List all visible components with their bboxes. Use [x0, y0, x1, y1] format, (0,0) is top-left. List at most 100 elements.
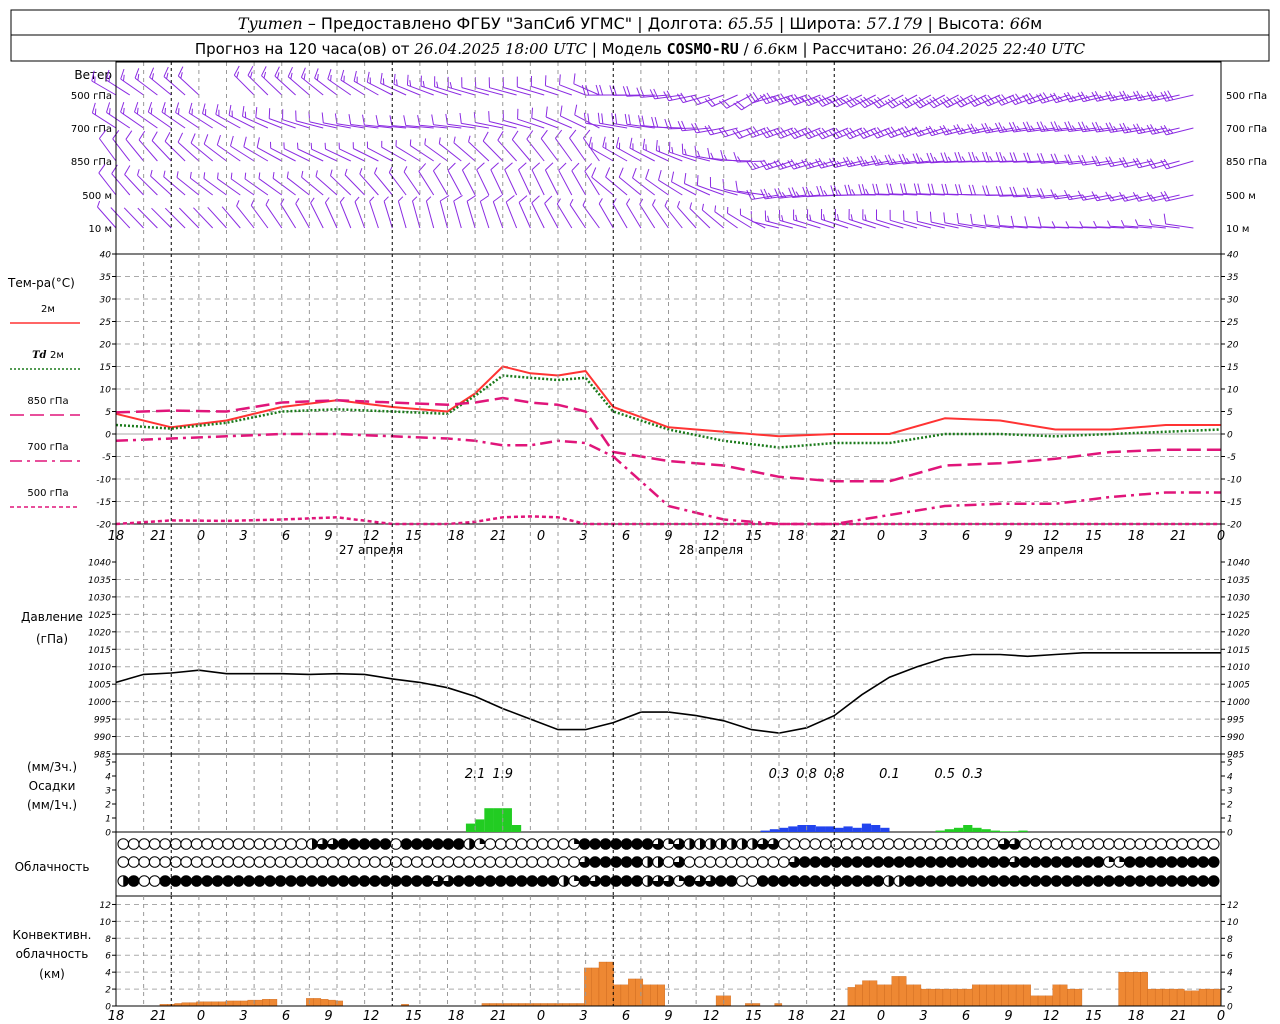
- cloud-symbol: [610, 856, 622, 868]
- cloud-symbol: [1186, 875, 1199, 887]
- convective-bar: [1162, 988, 1170, 1007]
- wind-barb: [526, 130, 545, 162]
- time-tick-label: 6: [962, 1009, 970, 1024]
- convective-bar: [1067, 988, 1075, 1007]
- cloud-symbol: [631, 856, 643, 868]
- cloud-symbol: [452, 856, 465, 868]
- convective-bar: [715, 995, 724, 1007]
- cloud-symbol: [830, 875, 843, 887]
- cloud-symbol: [799, 875, 811, 887]
- cloud-symbol: [641, 838, 654, 850]
- cloud-symbol: [914, 856, 926, 868]
- cloud-symbol: [987, 856, 1000, 868]
- cloud-fill: [574, 838, 580, 844]
- cloud-symbol: [903, 875, 916, 887]
- legend-prefix: Td: [32, 350, 50, 361]
- cloud-symbol: [169, 875, 182, 887]
- cloud-symbol: [599, 856, 612, 868]
- convective-unit: (км): [39, 967, 65, 981]
- cloud-symbol: [369, 856, 381, 868]
- cloud-symbol: [715, 856, 727, 868]
- tick-label: 15: [1227, 363, 1239, 373]
- convective-bar: [1118, 972, 1127, 1007]
- time-tick-label: 15: [745, 1009, 762, 1024]
- cloud-symbol: [243, 875, 255, 887]
- tick-label: 1025: [88, 611, 111, 621]
- header-line-forecast: Прогноз на 120 часа(ов) от 26.04.2025 18…: [195, 40, 1086, 58]
- legend-label: Td 2м: [32, 350, 64, 361]
- day-label: 29 апреля: [1019, 543, 1083, 557]
- time-tick-label: 3: [579, 529, 587, 544]
- cloud-symbol: [1197, 875, 1210, 887]
- tick-label: 12: [1227, 901, 1239, 911]
- header-part: м: [1030, 14, 1042, 33]
- cloud-symbol: [1082, 838, 1094, 850]
- wind-barb: [1077, 154, 1111, 166]
- cloud-symbol: [138, 838, 151, 850]
- wind-barb: [149, 67, 172, 96]
- precip-bar: [511, 825, 522, 832]
- cloud-symbol: [914, 875, 926, 887]
- convective-axis-right: 0 2 4 6 8 10 12: [1221, 901, 1239, 1013]
- tick-label: 2: [1227, 801, 1233, 811]
- cloud-symbol: [337, 838, 350, 850]
- cloud-symbol: [956, 856, 968, 868]
- tick-label: 1025: [1227, 611, 1250, 621]
- pressure-axis-right: 9859909951000100510101015102010251030103…: [1221, 559, 1250, 761]
- convective-bar: [650, 984, 658, 1007]
- tick-label: 0: [1227, 431, 1233, 441]
- wind-barb: [571, 162, 587, 196]
- tick-label: 4: [105, 773, 111, 783]
- cloud-fill: [123, 875, 129, 887]
- cloud-symbol: [327, 856, 339, 868]
- convective-bar: [1045, 995, 1053, 1007]
- convective-bar: [1198, 988, 1207, 1007]
- wind-barb: [1163, 213, 1194, 229]
- cloud-symbol: [222, 856, 234, 868]
- precip-bar: [963, 825, 973, 832]
- cloud-symbol: [987, 838, 1000, 850]
- tick-label: 10: [100, 386, 112, 396]
- time-tick-label: 12: [1043, 529, 1060, 544]
- precip-bar: [972, 827, 982, 832]
- cloud-symbol: [1050, 875, 1063, 887]
- time-tick-label: 18: [1128, 529, 1145, 544]
- wind-barb: [569, 198, 587, 229]
- precip-bar: [779, 827, 789, 832]
- wind-barb: [479, 195, 490, 229]
- time-tick-label: 15: [745, 529, 762, 544]
- wind-barb: [612, 198, 628, 229]
- cloud-symbol: [819, 875, 832, 887]
- cloud-symbol: [348, 838, 360, 850]
- convective-bar: [1030, 995, 1039, 1007]
- cloud-symbol: [945, 838, 958, 850]
- header-part: 66: [1010, 14, 1030, 33]
- wind-barb: [982, 185, 1014, 196]
- cloud-symbol: [861, 875, 874, 887]
- cloud-symbol: [1092, 856, 1105, 868]
- cloud-symbol: [1071, 856, 1084, 868]
- wind-barb: [677, 201, 697, 229]
- wind-barb: [714, 205, 738, 229]
- cloud-symbol: [966, 856, 979, 868]
- cloud-symbol: [861, 838, 874, 850]
- cloud-symbol: [117, 838, 130, 850]
- cloud-fill: [658, 856, 664, 868]
- wind-barb: [261, 66, 283, 96]
- cloud-symbol: [851, 875, 864, 887]
- wind-barb: [369, 196, 379, 229]
- cloud-symbol: [956, 875, 968, 887]
- cloud-symbol: [620, 838, 633, 850]
- wind-level-label: 500 м: [82, 191, 112, 202]
- convective-bar: [876, 984, 885, 1007]
- cloud-symbol: [505, 838, 518, 850]
- tick-label: 1015: [88, 646, 111, 656]
- cloud-cover-symbols: [117, 838, 1220, 887]
- cloud-fill: [678, 875, 685, 881]
- header-line-station: Tyumen – Предоставлено ФГБУ "ЗапСиб УГМС…: [238, 14, 1042, 33]
- cloud-fill: [574, 875, 580, 881]
- wind-barb: [926, 94, 959, 109]
- legend-label: 850 гПа: [27, 396, 68, 407]
- cloud-symbol: [442, 856, 455, 868]
- wind-barb: [310, 142, 338, 162]
